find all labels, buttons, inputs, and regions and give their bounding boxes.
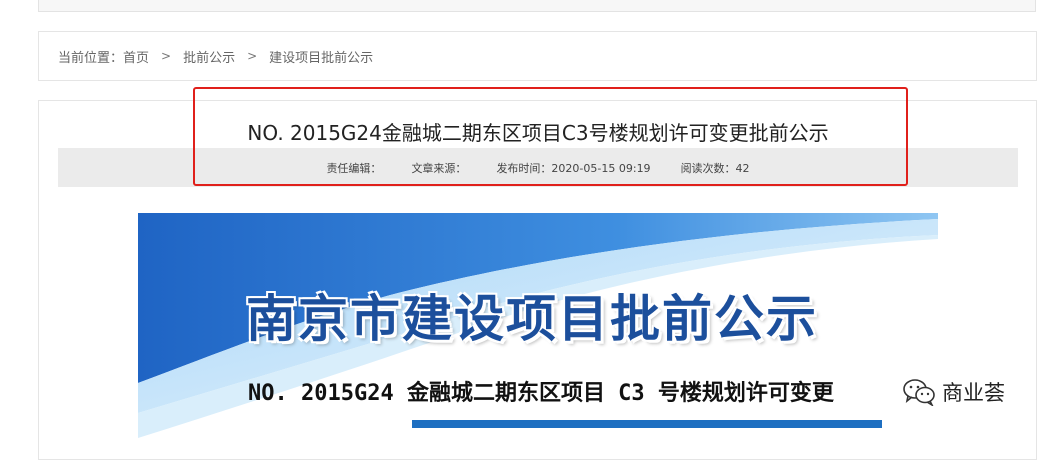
wechat-icon [903,379,935,406]
watermark-text: 商业荟 [942,381,1005,405]
meta-source: 文章来源： [411,161,467,175]
article-meta-bar: 责任编辑： 文章来源： 发布时间：2020-05-15 09:19 阅读次数：4… [58,148,1018,187]
meta-published: 发布时间：2020-05-15 09:19 [496,161,651,175]
top-nav-bar [38,0,1036,12]
banner-title: 南京市建设项目批前公示 [246,289,818,348]
breadcrumb-prefix: 当前位置： [58,50,124,66]
banner-image: 南京市建设项目批前公示 NO. 2015G24 金融城二期东区项目 C3 号楼规… [138,213,938,438]
breadcrumb-level2-link[interactable]: 建设项目批前公示 [269,47,373,66]
breadcrumb: 当前位置： 首页 > 批前公示 > 建设项目批前公示 [38,31,1037,81]
wechat-watermark: 商业荟 [902,377,1005,407]
meta-editor: 责任编辑： [326,161,382,175]
banner-underline [412,420,882,428]
meta-views: 阅读次数：42 [680,161,750,175]
article-title: NO. 2015G24金融城二期东区项目C3号楼规划许可变更批前公示 [247,121,829,145]
breadcrumb-home-link[interactable]: 首页 [123,47,149,66]
banner-subtitle: NO. 2015G24 金融城二期东区项目 C3 号楼规划许可变更 [248,381,834,406]
breadcrumb-separator: > [247,49,258,63]
breadcrumb-level1-link[interactable]: 批前公示 [183,47,235,66]
breadcrumb-separator: > [161,49,172,63]
